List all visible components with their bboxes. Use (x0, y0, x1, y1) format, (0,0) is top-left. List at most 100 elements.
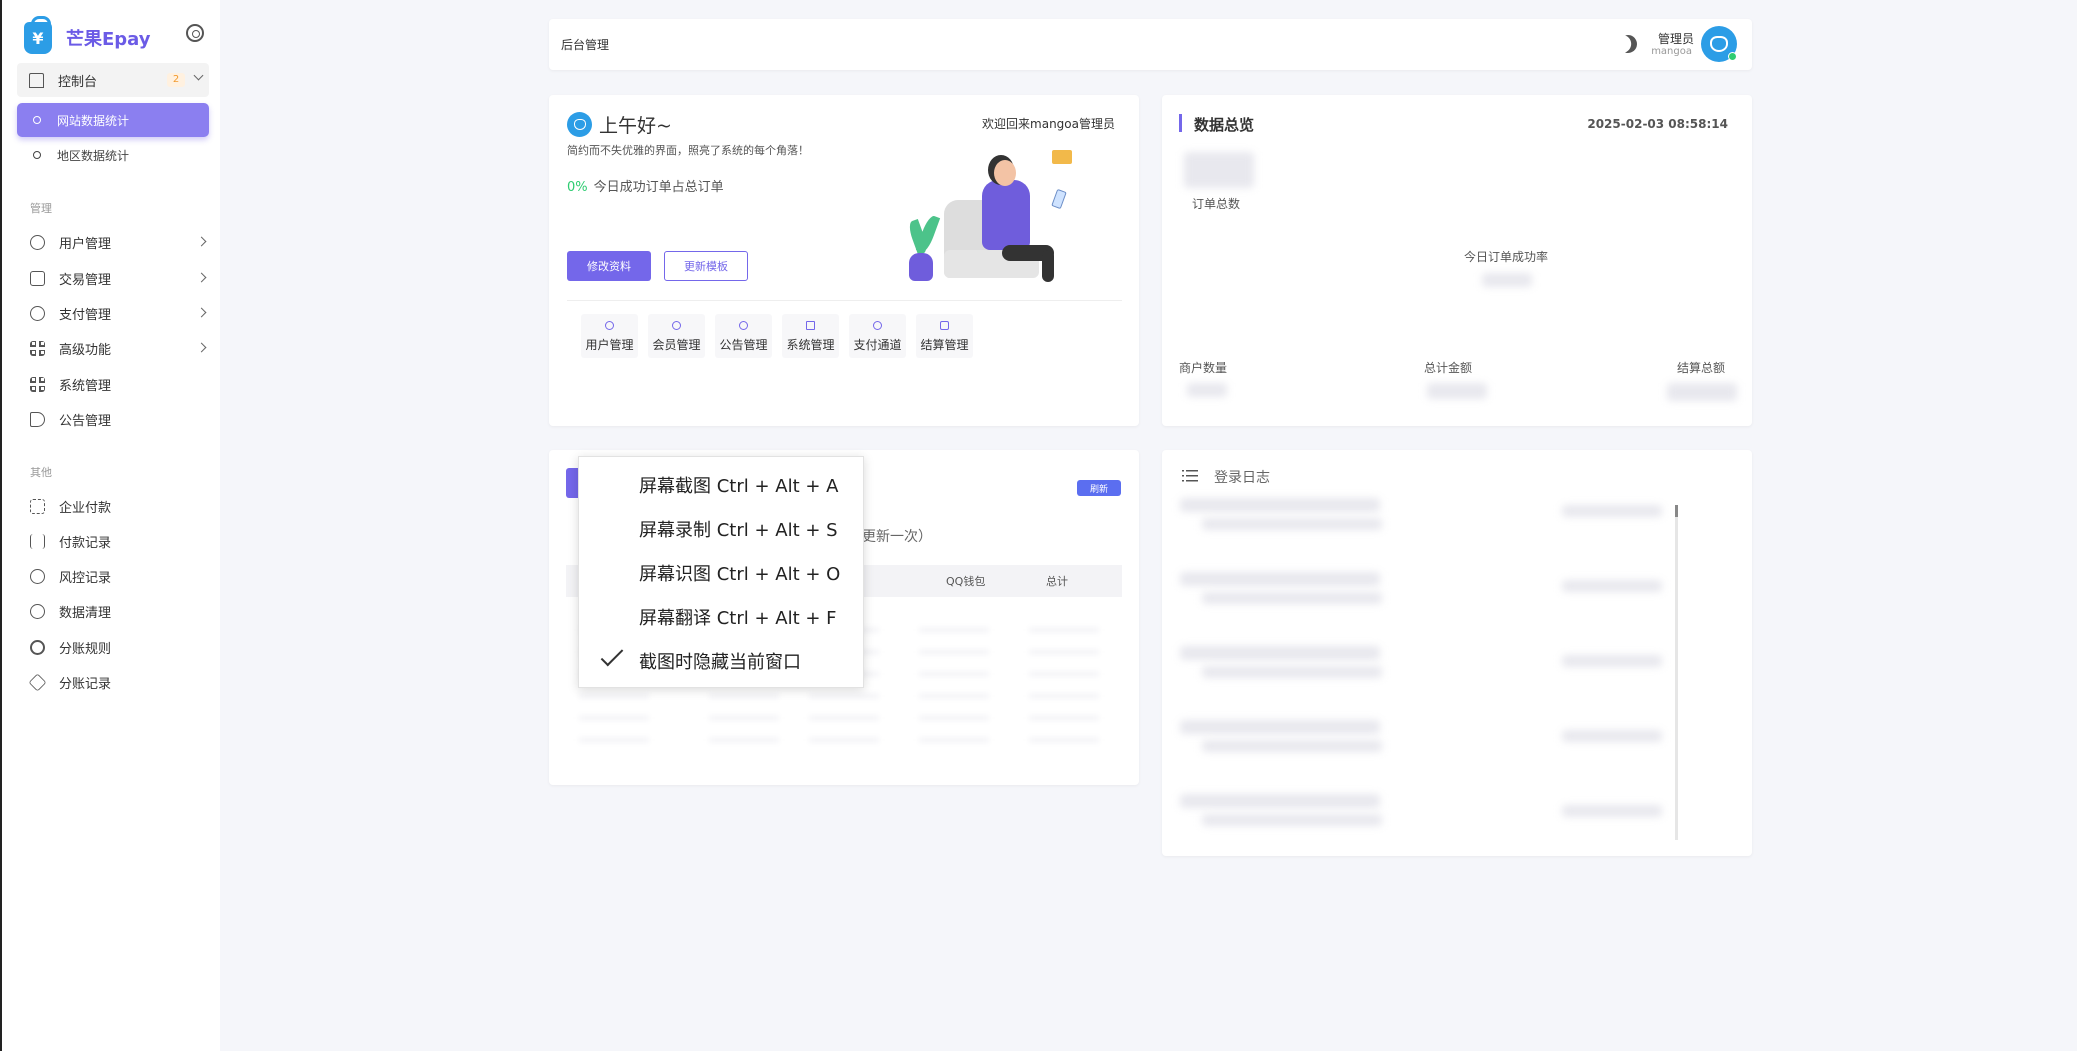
quick-link-channel[interactable]: 支付通道 (849, 314, 906, 358)
scrollbar-track[interactable] (1675, 505, 1678, 840)
sidebar-item-label: 网站数据统计 (57, 113, 130, 128)
check-square-icon (940, 321, 949, 330)
cat-face-icon (1710, 36, 1728, 52)
section-title-other: 其他 (30, 466, 52, 479)
sidebar-item-enterprise-pay[interactable]: 企业付款 (30, 491, 205, 521)
sidebar-item-data-clean[interactable]: 数据清理 (30, 596, 205, 626)
edit-profile-button[interactable]: 修改资料 (567, 251, 651, 281)
brand[interactable]: ¥ 芒果Epay (24, 16, 151, 56)
menu-item-translate[interactable]: 屏幕翻译 Ctrl + Alt + F (639, 604, 837, 630)
section-title-manage: 管理 (30, 202, 52, 215)
menu-item-ocr[interactable]: 屏幕识图 Ctrl + Alt + O (639, 560, 840, 586)
illustration-pot (909, 253, 933, 281)
log-entry (1202, 592, 1382, 604)
sliders-icon (30, 533, 45, 549)
log-entry (1202, 666, 1382, 678)
menu-item-hide-window[interactable]: 截图时隐藏当前窗口 (639, 648, 801, 674)
brand-logo-icon: ¥ (24, 16, 52, 54)
success-rate-line: 0% 今日成功订单占总订单 (567, 176, 724, 195)
blurred-column (919, 610, 989, 760)
sidebar-item-advanced[interactable]: 高级功能 (30, 333, 207, 363)
sidebar-item-region-stats[interactable]: 地区数据统计 (17, 138, 209, 172)
welcome-text: 欢迎回来mangoa管理员 (982, 117, 1115, 131)
log-entry (1202, 814, 1382, 826)
sidebar-item-split-rules[interactable]: 分账规则 (30, 632, 205, 662)
quick-link-users[interactable]: 用户管理 (581, 314, 638, 358)
table-header-cell: QQ钱包 (946, 575, 986, 588)
context-menu: 屏幕截图 Ctrl + Alt + A 屏幕录制 Ctrl + Alt + S … (578, 456, 864, 688)
merchant-count-value (1187, 383, 1227, 397)
quick-link-notice[interactable]: 公告管理 (715, 314, 772, 358)
quick-link-system[interactable]: 系统管理 (782, 314, 839, 358)
order-total-label: 订单总数 (1192, 197, 1241, 211)
quick-link-label: 支付通道 (853, 338, 902, 352)
log-entry (1562, 805, 1662, 817)
sidebar-item-split-records[interactable]: 分账记录 (28, 667, 205, 697)
update-template-button[interactable]: 更新模板 (664, 251, 748, 281)
home-icon (29, 72, 44, 88)
sidebar-item-label: 付款记录 (59, 535, 112, 551)
illustration-legs-lower (1042, 250, 1054, 282)
sidebar-item-label: 分账记录 (59, 676, 112, 692)
user-icon (30, 234, 45, 250)
sidebar-item-users[interactable]: 用户管理 (30, 227, 207, 257)
illustration-head (994, 160, 1016, 186)
quick-link-label: 结算管理 (920, 338, 969, 352)
chevron-down-icon (193, 70, 204, 81)
sidebar-item-site-stats[interactable]: 网站数据统计 (17, 103, 209, 137)
refresh-label: 刷新 (1089, 484, 1108, 495)
chevron-right-icon (196, 342, 207, 353)
merchant-count-label: 商户数量 (1179, 361, 1228, 375)
overview-datetime: 2025-02-03 08:58:14 (1587, 117, 1728, 131)
scrollbar-thumb[interactable] (1675, 505, 1678, 517)
moon-icon[interactable] (1616, 32, 1641, 57)
dashboard-badge: 2 (167, 73, 185, 87)
divider (567, 300, 1122, 301)
menu-item-record[interactable]: 屏幕录制 Ctrl + Alt + S (639, 516, 838, 542)
sidebar-item-dashboard[interactable]: 控制台 2 (17, 63, 209, 97)
greeting-desc: 简约而不失优雅的界面，照亮了系统的每个角落！ (567, 144, 809, 157)
log-entry (1562, 580, 1662, 592)
settings-icon[interactable] (186, 24, 204, 42)
sidebar-item-label: 地区数据统计 (57, 148, 130, 163)
overview-title: 数据总览 (1194, 116, 1255, 134)
sidebar-item-trade[interactable]: 交易管理 (30, 263, 207, 293)
quick-link-label: 用户管理 (585, 338, 634, 352)
sidebar-item-pay-records[interactable]: 付款记录 (30, 526, 205, 556)
update-hint: 更新一次） (862, 529, 932, 545)
user-subname: mangoa (1651, 46, 1692, 57)
check-circle-icon (30, 305, 45, 321)
sidebar-item-label: 分账规则 (59, 641, 112, 657)
sidebar-item-risk-records[interactable]: 风控记录 (30, 561, 205, 591)
folder-icon (1052, 150, 1072, 164)
greeting-logo-icon (567, 112, 592, 137)
title-accent-bar (1179, 114, 1182, 132)
success-rate-percent: 0% (567, 180, 588, 195)
total-amount-label: 总计金额 (1424, 361, 1473, 375)
sidebar-item-system[interactable]: 系统管理 (30, 369, 205, 399)
success-rate-label: 今日订单成功率 (1464, 250, 1549, 264)
table-header-cell: 总计 (1046, 575, 1068, 588)
quick-link-settle[interactable]: 结算管理 (916, 314, 973, 358)
refresh-button[interactable]: 刷新 (1077, 480, 1121, 496)
checkmark-icon (600, 643, 624, 667)
codesandbox-icon (28, 672, 47, 692)
quick-link-members[interactable]: 会员管理 (648, 314, 705, 358)
settle-total-label: 结算总额 (1677, 361, 1726, 375)
megaphone-icon (739, 321, 748, 330)
menu-item-screenshot[interactable]: 屏幕截图 Ctrl + Alt + A (639, 472, 839, 498)
login-log-card: 登录日志 (1162, 450, 1752, 856)
megaphone-icon (30, 411, 45, 427)
chevron-right-icon (196, 272, 207, 283)
sidebar-item-notice[interactable]: 公告管理 (30, 404, 205, 434)
sidebar-item-label: 风控记录 (59, 570, 112, 586)
greeting-card: 上午好~ 欢迎回来mangoa管理员 简约而不失优雅的界面，照亮了系统的每个角落… (549, 95, 1139, 426)
circle-icon (33, 116, 41, 124)
success-rate-value (1482, 273, 1532, 287)
sidebar-item-payment[interactable]: 支付管理 (30, 298, 207, 328)
login-log-title: 登录日志 (1214, 470, 1270, 486)
avatar[interactable] (1701, 26, 1737, 62)
greeting-title: 上午好~ (599, 115, 672, 137)
user-name[interactable]: 管理员 (1649, 30, 1694, 47)
log-entry (1180, 646, 1380, 660)
